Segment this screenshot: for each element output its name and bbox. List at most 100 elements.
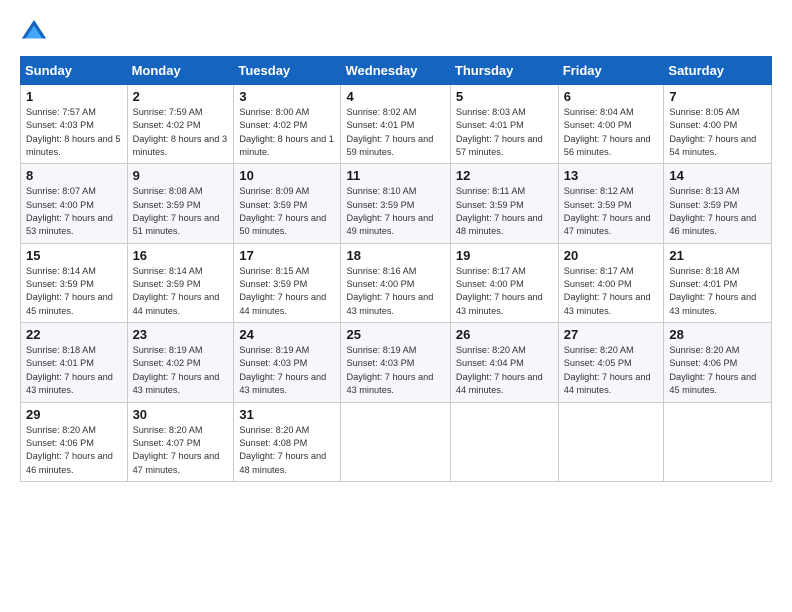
day-number: 9 <box>133 168 229 183</box>
calendar-cell: 4 Sunrise: 8:02 AMSunset: 4:01 PMDayligh… <box>341 85 450 164</box>
calendar-cell: 14 Sunrise: 8:13 AMSunset: 3:59 PMDaylig… <box>664 164 772 243</box>
day-detail: Sunrise: 8:18 AMSunset: 4:01 PMDaylight:… <box>669 266 756 316</box>
day-detail: Sunrise: 8:19 AMSunset: 4:03 PMDaylight:… <box>346 345 433 395</box>
day-number: 4 <box>346 89 444 104</box>
logo-icon <box>20 18 48 46</box>
day-number: 24 <box>239 327 335 342</box>
day-number: 6 <box>564 89 659 104</box>
day-detail: Sunrise: 8:20 AMSunset: 4:05 PMDaylight:… <box>564 345 651 395</box>
calendar-cell: 27 Sunrise: 8:20 AMSunset: 4:05 PMDaylig… <box>558 323 664 402</box>
day-detail: Sunrise: 8:07 AMSunset: 4:00 PMDaylight:… <box>26 186 113 236</box>
day-number: 12 <box>456 168 553 183</box>
calendar-week-3: 22 Sunrise: 8:18 AMSunset: 4:01 PMDaylig… <box>21 323 772 402</box>
calendar-cell: 18 Sunrise: 8:16 AMSunset: 4:00 PMDaylig… <box>341 243 450 322</box>
day-detail: Sunrise: 8:11 AMSunset: 3:59 PMDaylight:… <box>456 186 543 236</box>
day-number: 10 <box>239 168 335 183</box>
day-detail: Sunrise: 8:00 AMSunset: 4:02 PMDaylight:… <box>239 107 334 157</box>
calendar-cell: 10 Sunrise: 8:09 AMSunset: 3:59 PMDaylig… <box>234 164 341 243</box>
day-header-friday: Friday <box>558 57 664 85</box>
day-number: 7 <box>669 89 766 104</box>
calendar-cell: 30 Sunrise: 8:20 AMSunset: 4:07 PMDaylig… <box>127 402 234 481</box>
calendar-cell: 22 Sunrise: 8:18 AMSunset: 4:01 PMDaylig… <box>21 323 128 402</box>
day-detail: Sunrise: 8:13 AMSunset: 3:59 PMDaylight:… <box>669 186 756 236</box>
day-number: 8 <box>26 168 122 183</box>
calendar-cell: 13 Sunrise: 8:12 AMSunset: 3:59 PMDaylig… <box>558 164 664 243</box>
day-detail: Sunrise: 8:17 AMSunset: 4:00 PMDaylight:… <box>456 266 543 316</box>
calendar-cell: 20 Sunrise: 8:17 AMSunset: 4:00 PMDaylig… <box>558 243 664 322</box>
day-detail: Sunrise: 8:20 AMSunset: 4:06 PMDaylight:… <box>26 425 113 475</box>
day-header-tuesday: Tuesday <box>234 57 341 85</box>
day-number: 29 <box>26 407 122 422</box>
calendar-cell: 3 Sunrise: 8:00 AMSunset: 4:02 PMDayligh… <box>234 85 341 164</box>
day-number: 16 <box>133 248 229 263</box>
day-number: 26 <box>456 327 553 342</box>
day-number: 1 <box>26 89 122 104</box>
day-detail: Sunrise: 8:12 AMSunset: 3:59 PMDaylight:… <box>564 186 651 236</box>
day-detail: Sunrise: 8:19 AMSunset: 4:03 PMDaylight:… <box>239 345 326 395</box>
day-number: 2 <box>133 89 229 104</box>
calendar-cell: 21 Sunrise: 8:18 AMSunset: 4:01 PMDaylig… <box>664 243 772 322</box>
logo <box>20 18 52 46</box>
calendar-cell: 28 Sunrise: 8:20 AMSunset: 4:06 PMDaylig… <box>664 323 772 402</box>
calendar-cell <box>558 402 664 481</box>
day-number: 31 <box>239 407 335 422</box>
day-header-wednesday: Wednesday <box>341 57 450 85</box>
calendar-cell: 24 Sunrise: 8:19 AMSunset: 4:03 PMDaylig… <box>234 323 341 402</box>
day-detail: Sunrise: 8:15 AMSunset: 3:59 PMDaylight:… <box>239 266 326 316</box>
day-number: 21 <box>669 248 766 263</box>
calendar-cell: 17 Sunrise: 8:15 AMSunset: 3:59 PMDaylig… <box>234 243 341 322</box>
calendar-cell: 1 Sunrise: 7:57 AMSunset: 4:03 PMDayligh… <box>21 85 128 164</box>
day-detail: Sunrise: 8:09 AMSunset: 3:59 PMDaylight:… <box>239 186 326 236</box>
calendar-week-2: 15 Sunrise: 8:14 AMSunset: 3:59 PMDaylig… <box>21 243 772 322</box>
calendar-cell <box>664 402 772 481</box>
day-header-saturday: Saturday <box>664 57 772 85</box>
day-number: 28 <box>669 327 766 342</box>
calendar-cell: 5 Sunrise: 8:03 AMSunset: 4:01 PMDayligh… <box>450 85 558 164</box>
day-number: 27 <box>564 327 659 342</box>
calendar-cell: 12 Sunrise: 8:11 AMSunset: 3:59 PMDaylig… <box>450 164 558 243</box>
day-detail: Sunrise: 7:57 AMSunset: 4:03 PMDaylight:… <box>26 107 121 157</box>
calendar-cell: 26 Sunrise: 8:20 AMSunset: 4:04 PMDaylig… <box>450 323 558 402</box>
day-detail: Sunrise: 8:20 AMSunset: 4:06 PMDaylight:… <box>669 345 756 395</box>
calendar-cell: 25 Sunrise: 8:19 AMSunset: 4:03 PMDaylig… <box>341 323 450 402</box>
day-detail: Sunrise: 8:17 AMSunset: 4:00 PMDaylight:… <box>564 266 651 316</box>
calendar-cell <box>450 402 558 481</box>
calendar-week-4: 29 Sunrise: 8:20 AMSunset: 4:06 PMDaylig… <box>21 402 772 481</box>
day-number: 14 <box>669 168 766 183</box>
calendar-cell: 7 Sunrise: 8:05 AMSunset: 4:00 PMDayligh… <box>664 85 772 164</box>
calendar-week-0: 1 Sunrise: 7:57 AMSunset: 4:03 PMDayligh… <box>21 85 772 164</box>
day-detail: Sunrise: 8:10 AMSunset: 3:59 PMDaylight:… <box>346 186 433 236</box>
day-number: 11 <box>346 168 444 183</box>
day-detail: Sunrise: 8:20 AMSunset: 4:04 PMDaylight:… <box>456 345 543 395</box>
day-number: 25 <box>346 327 444 342</box>
day-detail: Sunrise: 8:04 AMSunset: 4:00 PMDaylight:… <box>564 107 651 157</box>
day-number: 13 <box>564 168 659 183</box>
day-number: 15 <box>26 248 122 263</box>
calendar-cell <box>341 402 450 481</box>
calendar-cell: 9 Sunrise: 8:08 AMSunset: 3:59 PMDayligh… <box>127 164 234 243</box>
calendar-cell: 15 Sunrise: 8:14 AMSunset: 3:59 PMDaylig… <box>21 243 128 322</box>
header-row <box>20 18 772 46</box>
day-number: 3 <box>239 89 335 104</box>
day-header-thursday: Thursday <box>450 57 558 85</box>
day-detail: Sunrise: 8:14 AMSunset: 3:59 PMDaylight:… <box>133 266 220 316</box>
day-number: 17 <box>239 248 335 263</box>
day-number: 22 <box>26 327 122 342</box>
calendar: SundayMondayTuesdayWednesdayThursdayFrid… <box>20 56 772 482</box>
calendar-cell: 8 Sunrise: 8:07 AMSunset: 4:00 PMDayligh… <box>21 164 128 243</box>
calendar-cell: 23 Sunrise: 8:19 AMSunset: 4:02 PMDaylig… <box>127 323 234 402</box>
calendar-cell: 19 Sunrise: 8:17 AMSunset: 4:00 PMDaylig… <box>450 243 558 322</box>
day-detail: Sunrise: 8:19 AMSunset: 4:02 PMDaylight:… <box>133 345 220 395</box>
day-number: 30 <box>133 407 229 422</box>
day-number: 23 <box>133 327 229 342</box>
day-number: 5 <box>456 89 553 104</box>
page-container: SundayMondayTuesdayWednesdayThursdayFrid… <box>0 0 792 492</box>
day-detail: Sunrise: 8:20 AMSunset: 4:07 PMDaylight:… <box>133 425 220 475</box>
calendar-cell: 2 Sunrise: 7:59 AMSunset: 4:02 PMDayligh… <box>127 85 234 164</box>
calendar-cell: 31 Sunrise: 8:20 AMSunset: 4:08 PMDaylig… <box>234 402 341 481</box>
day-detail: Sunrise: 8:05 AMSunset: 4:00 PMDaylight:… <box>669 107 756 157</box>
day-detail: Sunrise: 7:59 AMSunset: 4:02 PMDaylight:… <box>133 107 228 157</box>
day-header-sunday: Sunday <box>21 57 128 85</box>
day-detail: Sunrise: 8:18 AMSunset: 4:01 PMDaylight:… <box>26 345 113 395</box>
day-detail: Sunrise: 8:03 AMSunset: 4:01 PMDaylight:… <box>456 107 543 157</box>
